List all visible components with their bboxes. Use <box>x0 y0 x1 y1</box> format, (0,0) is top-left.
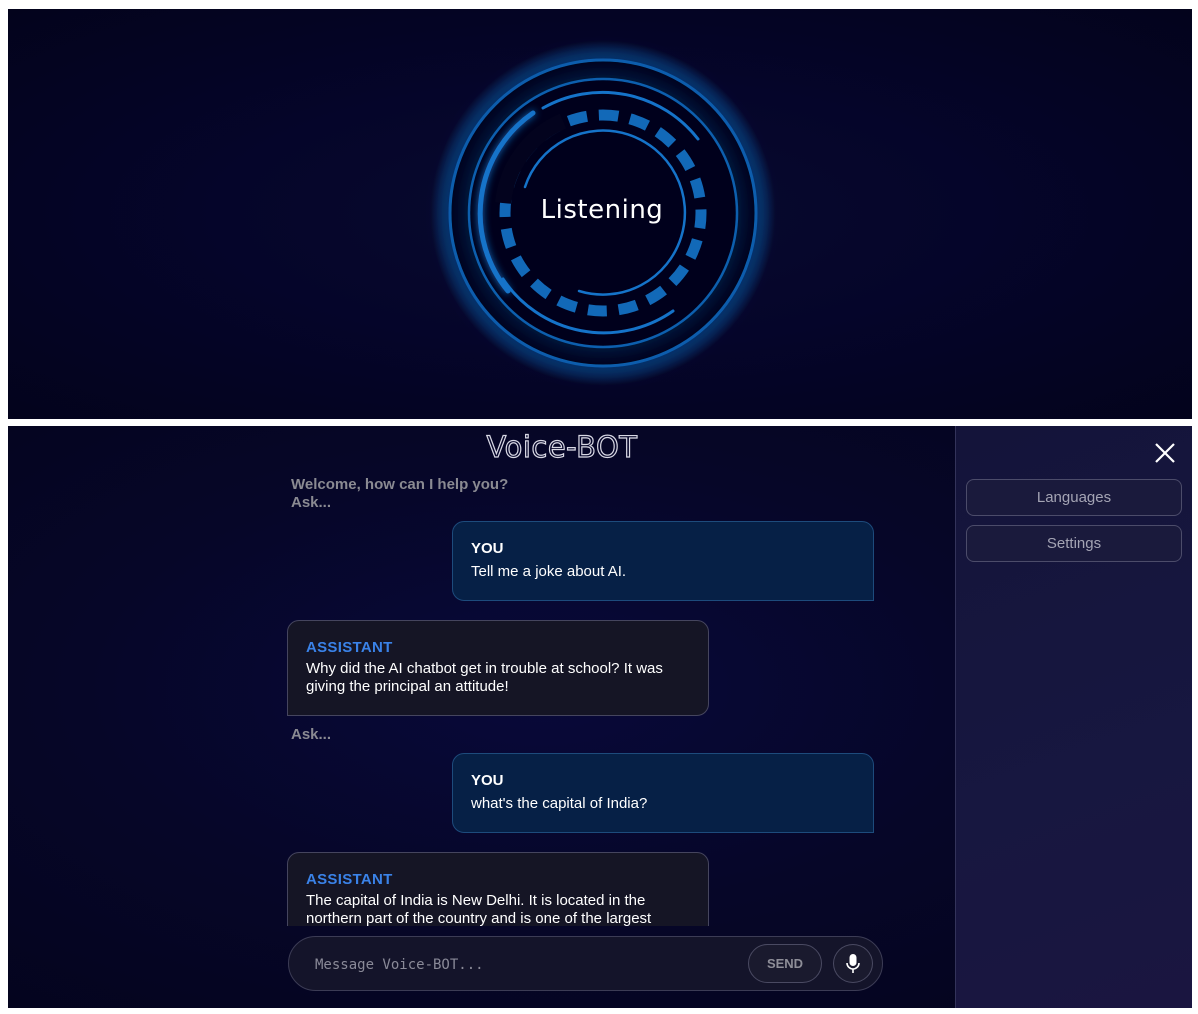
microphone-button[interactable] <box>833 944 873 983</box>
app-title: Voice-BOT <box>486 429 638 464</box>
close-sidebar-button[interactable] <box>1152 440 1178 466</box>
ask-label: Ask... <box>291 494 332 511</box>
sidebar: Languages Settings <box>955 426 1192 1008</box>
listening-panel: Listening <box>8 9 1192 419</box>
message-role: ASSISTANT <box>306 871 393 888</box>
assistant-message: ASSISTANT The capital of India is New De… <box>287 852 709 926</box>
message-text: Why did the AI chatbot get in trouble at… <box>306 660 663 695</box>
message-text: The capital of India is New Delhi. It is… <box>306 892 652 926</box>
assistant-message: ASSISTANT Why did the AI chatbot get in … <box>287 620 709 716</box>
message-text: Tell me a joke about AI. <box>471 563 627 580</box>
microphone-icon <box>846 953 860 973</box>
chat-message-list[interactable]: Welcome, how can I help you? Ask... YOU … <box>286 468 886 926</box>
ask-label: Ask... <box>291 726 332 743</box>
welcome-text: Welcome, how can I help you? Ask... <box>291 476 508 512</box>
message-text: what's the capital of India? <box>471 795 648 812</box>
message-composer: SEND <box>288 936 883 991</box>
chat-panel: Voice-BOT Welcome, how can I help you? A… <box>8 426 1192 1008</box>
welcome-line: Welcome, how can I help you? <box>291 476 509 493</box>
settings-button[interactable]: Settings <box>966 525 1182 562</box>
message-input[interactable] <box>313 951 737 979</box>
languages-button[interactable]: Languages <box>966 479 1182 516</box>
send-button[interactable]: SEND <box>748 944 822 983</box>
message-role: ASSISTANT <box>306 639 393 656</box>
message-role: YOU <box>471 540 504 557</box>
user-message: YOU Tell me a joke about AI. <box>452 521 874 601</box>
user-message: YOU what's the capital of India? <box>452 753 874 833</box>
close-icon <box>1155 443 1175 463</box>
message-role: YOU <box>471 772 504 789</box>
listening-status-label: Listening <box>540 195 664 225</box>
